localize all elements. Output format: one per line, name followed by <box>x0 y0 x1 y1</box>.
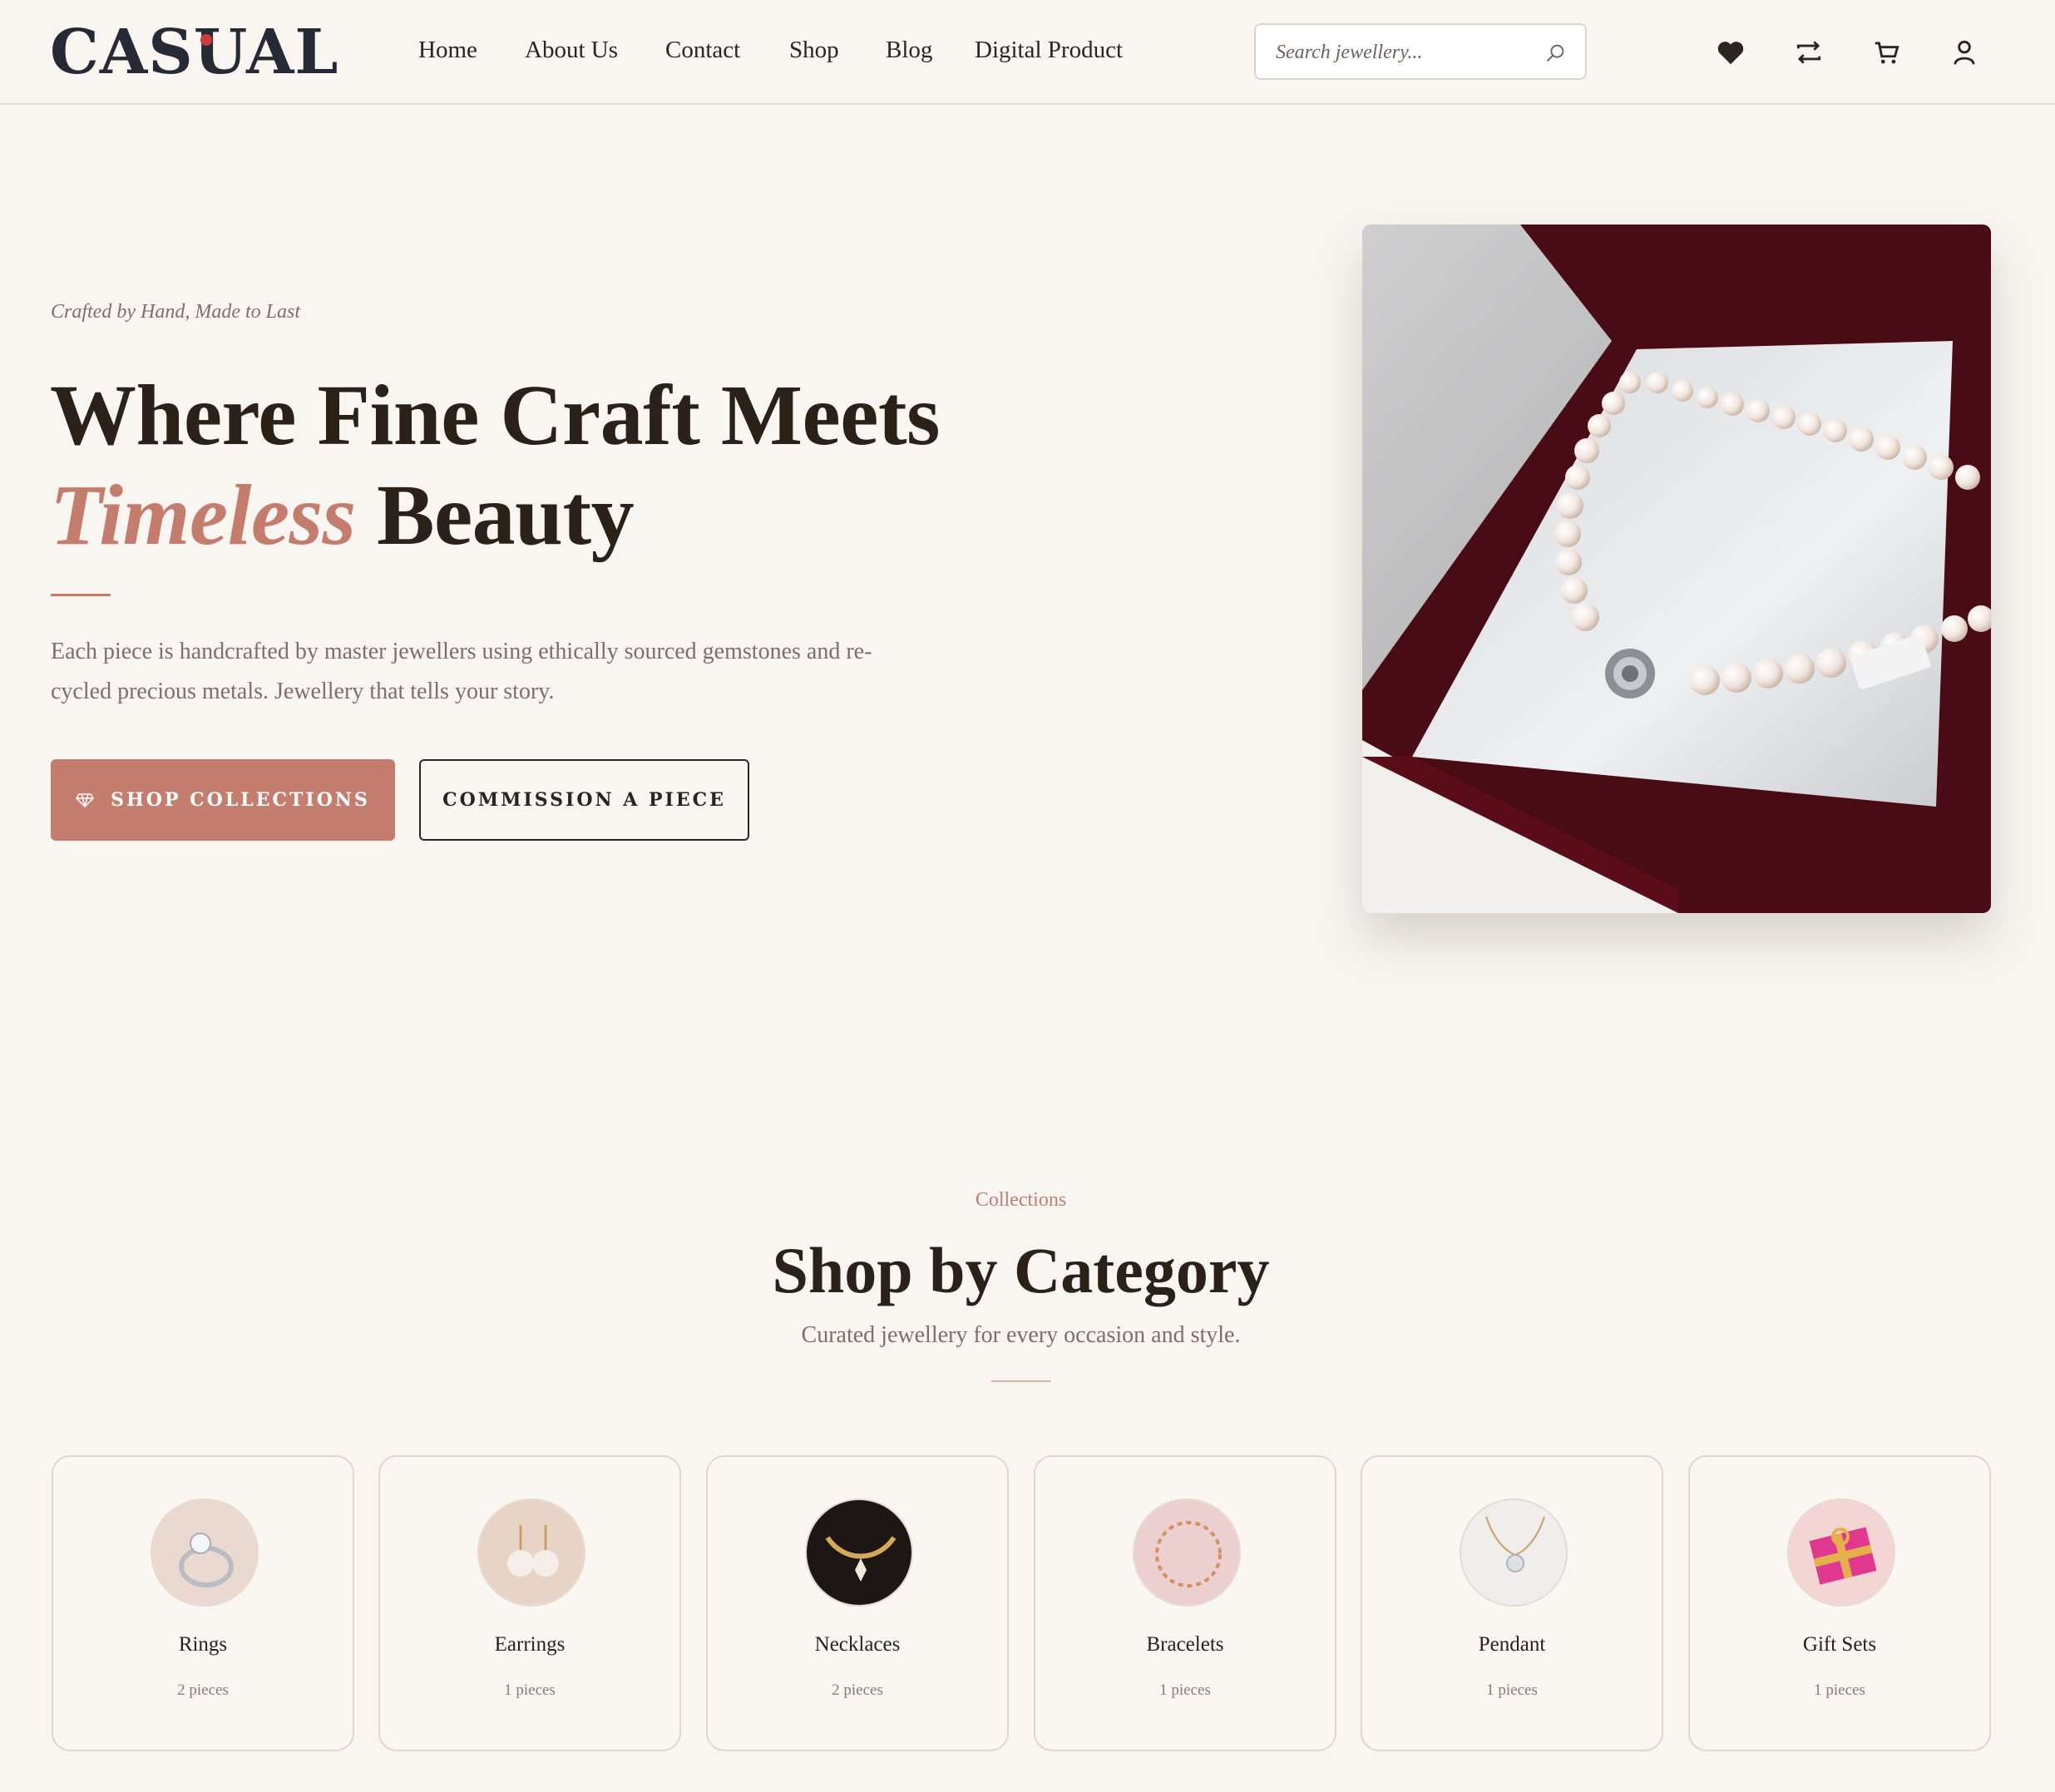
section-subtitle: Curated jewellery for every occasion and… <box>801 1322 1241 1348</box>
section-divider <box>991 1380 1051 1382</box>
earrings-icon <box>479 1500 584 1605</box>
nav-item-about-us[interactable]: About Us <box>525 35 618 65</box>
category-name: Rings <box>178 1633 228 1656</box>
nav-item-shop[interactable]: Shop <box>789 35 839 65</box>
hero-title: Where Fine Craft Meets Timeless Beauty <box>50 366 1048 565</box>
ring-icon <box>152 1500 257 1605</box>
shop-collections-button[interactable]: SHOP COLLECTIONS <box>51 759 395 841</box>
search-box <box>1254 23 1587 80</box>
bracelets-thumbnail <box>1133 1498 1241 1607</box>
compare-icon[interactable] <box>1793 37 1825 68</box>
section-title: Shop by Category <box>772 1234 1270 1306</box>
nav-item-home[interactable]: Home <box>418 35 477 65</box>
category-name: Pendant <box>1478 1633 1546 1656</box>
category-name: Earrings <box>494 1633 566 1656</box>
category-card-pendant[interactable]: Pendant 1 pieces <box>1361 1455 1663 1751</box>
category-name: Bracelets <box>1146 1633 1224 1656</box>
category-name: Necklaces <box>814 1633 901 1656</box>
site-header: CASUAL Home About Us Contact Shop Blog D… <box>0 0 2055 105</box>
shop-collections-label: SHOP COLLECTIONS <box>111 789 370 811</box>
section-eyebrow: Collections <box>975 1189 1067 1211</box>
pendant-thumbnail <box>1460 1498 1568 1607</box>
gift-box-icon <box>1789 1500 1894 1605</box>
category-card-gift-sets[interactable]: Gift Sets 1 pieces <box>1688 1455 1991 1751</box>
category-count: 1 pieces <box>1159 1681 1211 1699</box>
hero-title-accent: Timeless <box>50 467 356 563</box>
necklace-icon <box>807 1500 911 1605</box>
pendant-icon <box>1461 1500 1566 1605</box>
search-icon[interactable] <box>1544 42 1567 65</box>
hero-eyebrow: Crafted by Hand, Made to Last <box>51 301 300 323</box>
earrings-thumbnail <box>477 1498 585 1607</box>
user-icon[interactable] <box>1949 37 1980 68</box>
bracelet-icon <box>1134 1500 1239 1605</box>
hero-divider <box>51 594 111 596</box>
diamond-icon <box>76 793 95 807</box>
category-name: Gift Sets <box>1802 1633 1877 1656</box>
category-card-necklaces[interactable]: Necklaces 2 pieces <box>706 1455 1009 1751</box>
hero-description: Each piece is handcrafted by master jewe… <box>51 639 872 704</box>
cart-icon[interactable] <box>1871 37 1903 68</box>
hero-title-rest: Beauty <box>377 467 635 563</box>
hero-image-pearl-necklace <box>1362 225 1991 913</box>
hero-title-line1: Where Fine Craft Meets <box>50 368 940 463</box>
category-count: 2 pieces <box>832 1681 883 1699</box>
nav-item-blog[interactable]: Blog <box>886 35 932 65</box>
category-card-earrings[interactable]: Earrings 1 pieces <box>378 1455 681 1751</box>
category-card-bracelets[interactable]: Bracelets 1 pieces <box>1034 1455 1336 1751</box>
nav-item-digital-product[interactable]: Digital Product <box>975 35 1123 65</box>
category-count: 1 pieces <box>1486 1681 1538 1699</box>
nav-item-contact[interactable]: Contact <box>665 35 740 65</box>
pearl-necklace-image <box>1362 225 1991 913</box>
commission-piece-button[interactable]: COMMISSION A PIECE <box>419 759 749 841</box>
category-count: 2 pieces <box>177 1681 229 1699</box>
category-count: 1 pieces <box>504 1681 556 1699</box>
search-input[interactable] <box>1276 37 1525 68</box>
category-count: 1 pieces <box>1814 1681 1865 1699</box>
necklaces-thumbnail <box>805 1498 913 1607</box>
category-card-rings[interactable]: Rings 2 pieces <box>52 1455 354 1751</box>
rings-thumbnail <box>151 1498 259 1607</box>
site-logo[interactable]: CASUAL <box>50 20 338 85</box>
gift-sets-thumbnail <box>1787 1498 1895 1607</box>
heart-icon[interactable] <box>1715 37 1746 68</box>
